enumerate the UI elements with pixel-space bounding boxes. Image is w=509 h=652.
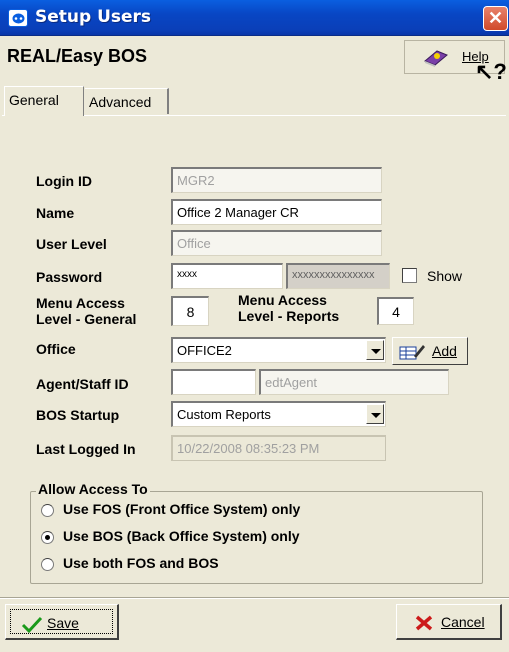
window-title: Setup Users xyxy=(35,7,152,27)
radio-use-fos-label[interactable]: Use FOS (Front Office System) only xyxy=(63,501,300,517)
bos-startup-select-value: Custom Reports xyxy=(177,407,271,422)
password-label: Password xyxy=(36,269,103,285)
app-name: REAL/Easy BOS xyxy=(7,46,148,66)
radio-selected-dot xyxy=(45,535,50,540)
agent-staff-id-field[interactable] xyxy=(171,369,256,395)
title-bar: Setup Users ✕ xyxy=(0,0,509,36)
office-select-value: OFFICE2 xyxy=(177,343,232,358)
agent-name-field[interactable]: edtAgent xyxy=(259,369,449,395)
office-label: Office xyxy=(36,341,76,357)
bos-startup-dropdown-arrow[interactable] xyxy=(366,404,384,424)
menu-access-reports-field[interactable]: 4 xyxy=(377,297,414,325)
save-label: Save xyxy=(47,615,79,631)
add-office-button[interactable]: Add xyxy=(392,337,468,365)
name-label: Name xyxy=(36,205,75,221)
radio-use-both[interactable] xyxy=(41,558,54,571)
add-office-label: Add xyxy=(432,343,457,359)
menu-access-reports-label-2: Level - Reports xyxy=(238,308,340,324)
menu-access-general-label-2: Level - General xyxy=(36,311,137,327)
name-field[interactable]: Office 2 Manager CR xyxy=(171,199,382,225)
help-cursor-icon: ↖? xyxy=(475,59,507,84)
app-icon xyxy=(8,9,28,27)
password-field[interactable]: xxxx xyxy=(171,263,283,289)
user-level-field[interactable]: Office xyxy=(171,230,382,256)
menu-access-reports-label-1: Menu Access xyxy=(238,292,327,308)
show-password-label: Show xyxy=(427,268,463,284)
bos-startup-select[interactable]: Custom Reports xyxy=(171,401,386,427)
close-button[interactable]: ✕ xyxy=(483,6,508,31)
menu-access-general-label-1: Menu Access xyxy=(36,295,125,311)
menu-access-general-field[interactable]: 8 xyxy=(171,296,209,326)
save-button-focus: Save xyxy=(10,609,113,634)
edit-table-icon xyxy=(399,345,425,360)
help-button[interactable]: Help ↖? xyxy=(404,40,507,84)
save-button[interactable]: Save xyxy=(5,604,119,640)
agent-staff-id-label: Agent/Staff ID xyxy=(36,376,129,392)
office-select[interactable]: OFFICE2 xyxy=(171,337,386,363)
last-logged-in-field: 10/22/2008 08:35:23 PM xyxy=(171,435,386,461)
allow-access-title: Allow Access To xyxy=(36,481,150,497)
radio-use-bos[interactable] xyxy=(41,531,54,544)
bottom-separator xyxy=(0,597,509,599)
cancel-label: Cancel xyxy=(441,614,485,630)
tab-general[interactable]: General xyxy=(4,86,84,116)
password-confirm-field[interactable]: xxxxxxxxxxxxxxx xyxy=(286,263,390,289)
last-logged-in-label: Last Logged In xyxy=(36,441,136,457)
cancel-button[interactable]: Cancel xyxy=(396,604,502,640)
show-password-checkbox[interactable] xyxy=(402,268,417,283)
user-level-label: User Level xyxy=(36,236,107,252)
bos-startup-label: BOS Startup xyxy=(36,407,120,423)
tab-advanced[interactable]: Advanced xyxy=(85,88,169,114)
help-book-icon xyxy=(424,50,448,67)
checkmark-icon xyxy=(21,616,43,634)
radio-use-both-label[interactable]: Use both FOS and BOS xyxy=(63,555,219,571)
office-dropdown-arrow[interactable] xyxy=(366,340,384,360)
radio-use-bos-label[interactable]: Use BOS (Back Office System) only xyxy=(63,528,300,544)
login-id-field[interactable]: MGR2 xyxy=(171,167,382,193)
radio-use-fos[interactable] xyxy=(41,504,54,517)
cancel-x-icon xyxy=(415,615,433,631)
login-id-label: Login ID xyxy=(36,173,92,189)
